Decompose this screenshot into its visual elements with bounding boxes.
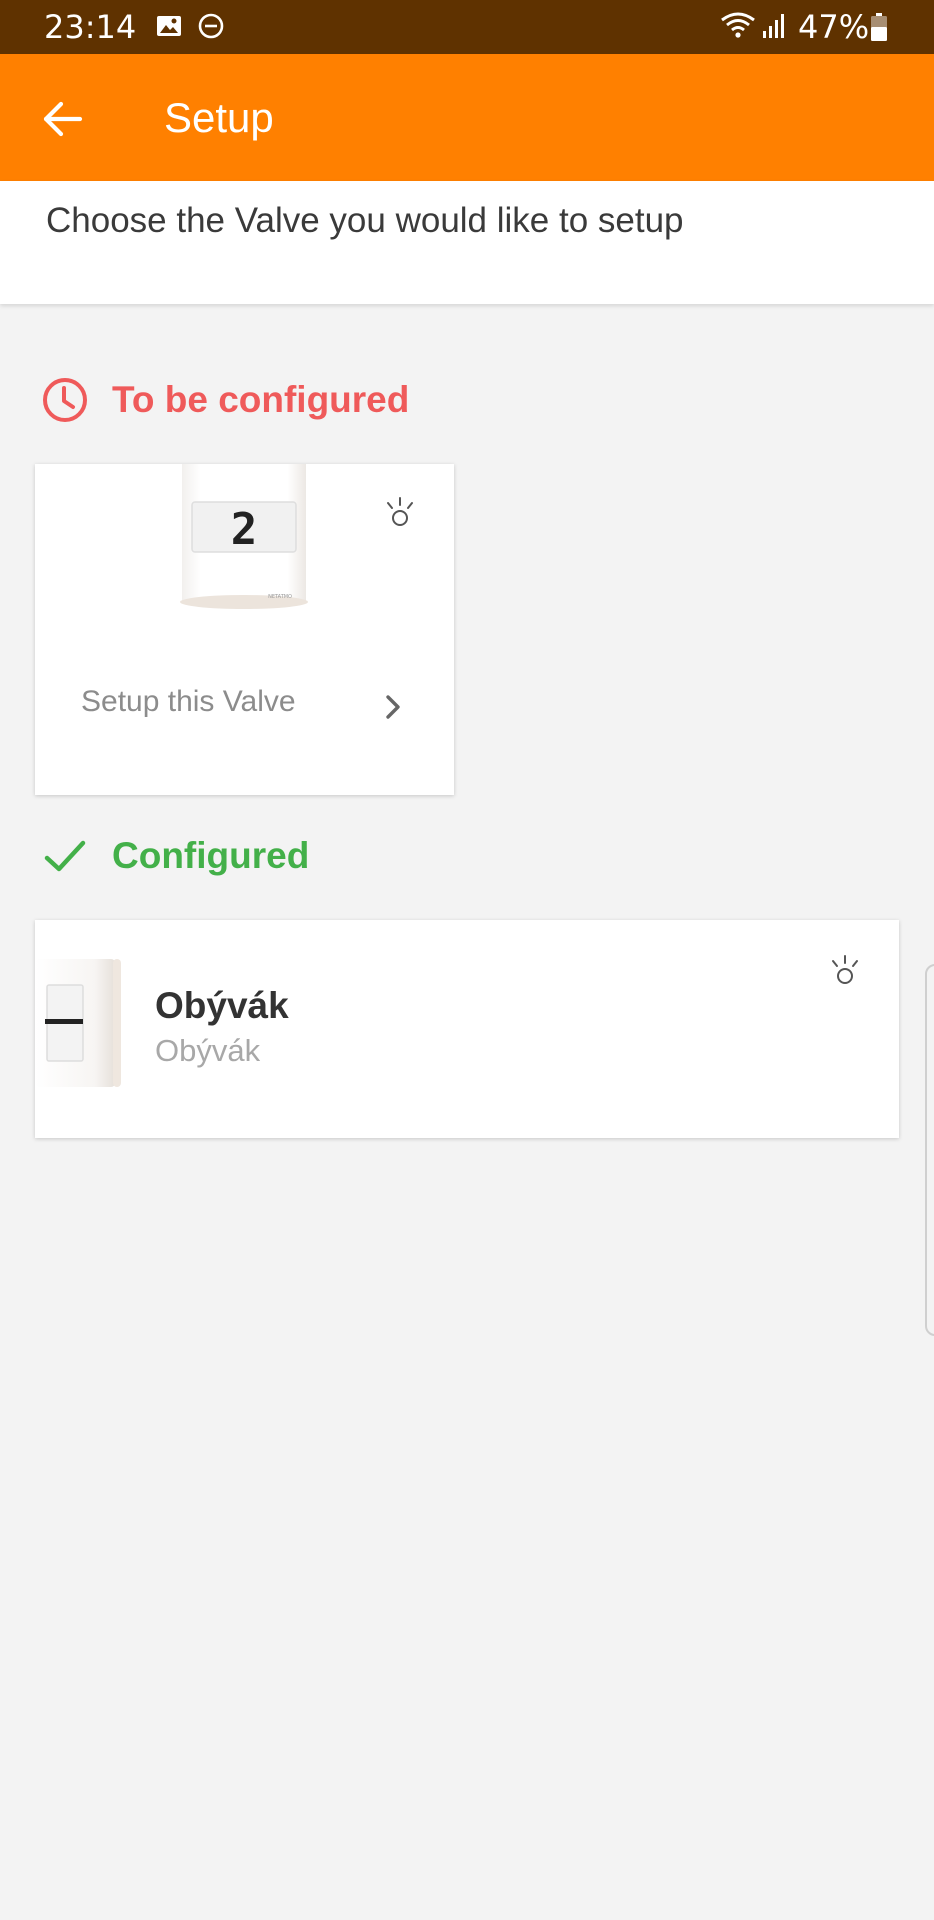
setup-valve-label[interactable]: Setup this Valve — [81, 684, 296, 720]
battery-icon — [871, 13, 887, 41]
instruction-panel: Choose the Valve you would like to setup — [0, 181, 934, 304]
section-label-configured: Configured — [112, 835, 310, 876]
back-arrow-icon[interactable] — [36, 92, 90, 146]
valve-card-unconfigured[interactable]: 2 NETATMO Setup this Valve — [35, 464, 454, 795]
battery-percent: 47% — [798, 8, 870, 46]
instruction-text: Choose the Valve you would like to setup — [46, 201, 684, 240]
valve-name: Obývák — [155, 985, 289, 1026]
edge-panel-handle[interactable] — [925, 964, 934, 1336]
valve-display-digit: 2 — [231, 504, 258, 555]
do-not-disturb-icon — [198, 13, 224, 39]
svg-text:NETATMO: NETATMO — [268, 594, 292, 600]
light-bulb-icon[interactable] — [380, 494, 420, 534]
status-bar: 23:14 47% — [0, 0, 934, 54]
wifi-icon — [721, 12, 755, 38]
status-time: 23:14 — [44, 8, 137, 46]
valve-room: Obývák — [155, 1033, 261, 1068]
app-bar: Setup — [0, 54, 934, 181]
page-title: Setup — [164, 94, 274, 141]
chevron-right-icon[interactable] — [380, 692, 406, 722]
check-icon — [44, 840, 86, 872]
valve-image — [35, 959, 121, 1087]
signal-icon — [763, 14, 784, 38]
valve-image: 2 NETATMO — [180, 464, 308, 609]
valve-card-configured[interactable]: Obývák Obývák — [35, 920, 899, 1138]
light-bulb-icon[interactable] — [825, 952, 865, 992]
section-label-to-be-configured: To be configured — [112, 379, 410, 420]
clock-icon — [43, 378, 87, 422]
gallery-icon — [157, 16, 181, 36]
